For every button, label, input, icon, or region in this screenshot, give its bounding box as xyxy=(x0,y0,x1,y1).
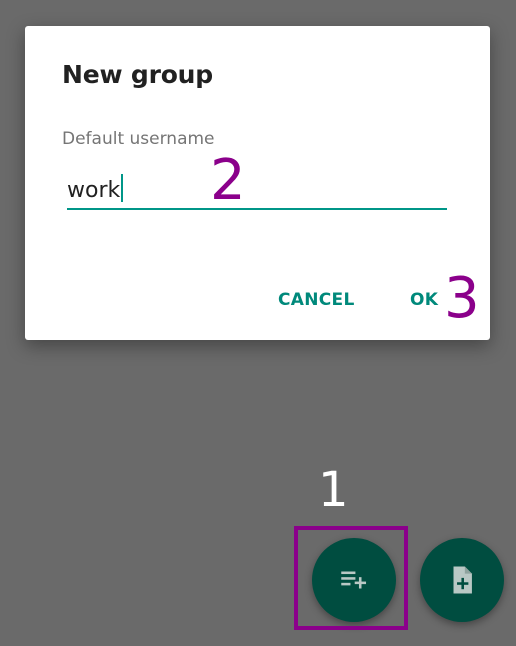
ok-button[interactable]: OK xyxy=(410,290,438,310)
new-group-dialog: New group Default username work CANCEL O… xyxy=(25,26,490,340)
default-username-input[interactable]: work xyxy=(67,166,447,210)
note-add-icon xyxy=(453,566,472,594)
annotation-marker-1: 1 xyxy=(318,462,349,518)
add-file-fab[interactable] xyxy=(420,538,504,622)
default-username-label: Default username xyxy=(62,129,215,149)
annotation-marker-3: 3 xyxy=(444,266,480,331)
dialog-title: New group xyxy=(62,60,213,89)
cancel-button[interactable]: CANCEL xyxy=(278,290,355,310)
default-username-value: work xyxy=(67,178,121,203)
text-caret xyxy=(121,174,124,202)
annotation-highlight-box xyxy=(294,526,408,630)
annotation-marker-2: 2 xyxy=(210,148,246,213)
